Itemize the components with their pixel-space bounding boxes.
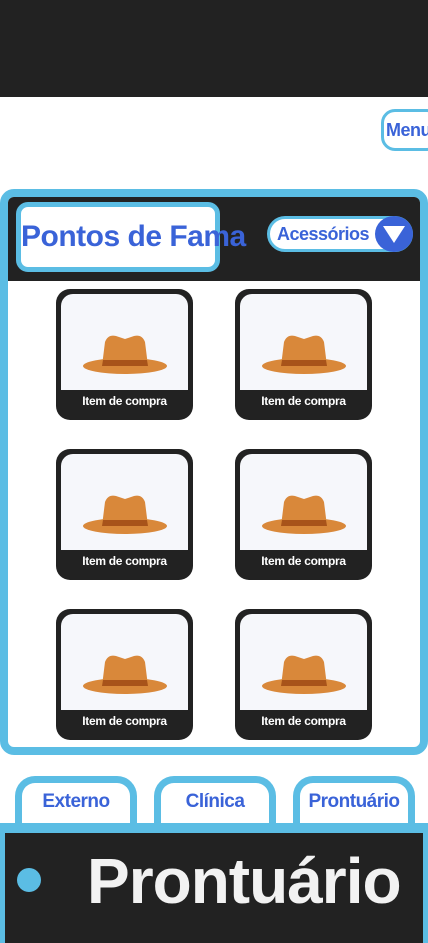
shop-item[interactable]: Item de compra <box>235 609 372 740</box>
item-image <box>240 614 367 710</box>
hat-icon <box>262 655 346 694</box>
tab-label: Prontuário <box>308 791 400 812</box>
item-label: Item de compra <box>261 394 346 408</box>
hat-icon <box>83 655 167 694</box>
item-label: Item de compra <box>82 394 167 408</box>
item-image <box>61 614 188 710</box>
shop-item[interactable]: Item de compra <box>56 449 193 580</box>
panel-body: Prontuário <box>5 833 423 943</box>
menu-button[interactable]: Menu <box>381 109 428 151</box>
item-label: Item de compra <box>82 554 167 568</box>
shop-item[interactable]: Item de compra <box>56 609 193 740</box>
item-label: Item de compra <box>261 554 346 568</box>
prontuario-panel: Prontuário <box>0 823 428 943</box>
bullet-icon <box>17 868 41 892</box>
shop-panel: Pontos de Fama Acessórios Item de compra <box>0 189 428 755</box>
hat-icon <box>262 335 346 374</box>
shop-title: Pontos de Fama <box>16 202 246 272</box>
shop-header: Pontos de Fama Acessórios <box>8 197 420 281</box>
item-label: Item de compra <box>82 714 167 728</box>
item-image <box>61 454 188 550</box>
panel-title: Prontuário <box>87 845 402 917</box>
hat-icon <box>83 495 167 534</box>
category-label: Acessórios <box>277 224 370 244</box>
item-image <box>240 454 367 550</box>
tab-label: Clínica <box>185 791 245 812</box>
item-image <box>240 294 367 390</box>
chevron-down-icon[interactable] <box>375 216 413 252</box>
item-label: Item de compra <box>261 714 346 728</box>
hat-icon <box>262 495 346 534</box>
tab-label: Externo <box>42 791 110 812</box>
top-bar <box>0 0 428 97</box>
shop-item[interactable]: Item de compra <box>235 289 372 420</box>
shop-item[interactable]: Item de compra <box>235 449 372 580</box>
shop-item[interactable]: Item de compra <box>56 289 193 420</box>
category-dropdown[interactable]: Acessórios <box>267 216 413 252</box>
hat-icon <box>83 335 167 374</box>
item-image <box>61 294 188 390</box>
